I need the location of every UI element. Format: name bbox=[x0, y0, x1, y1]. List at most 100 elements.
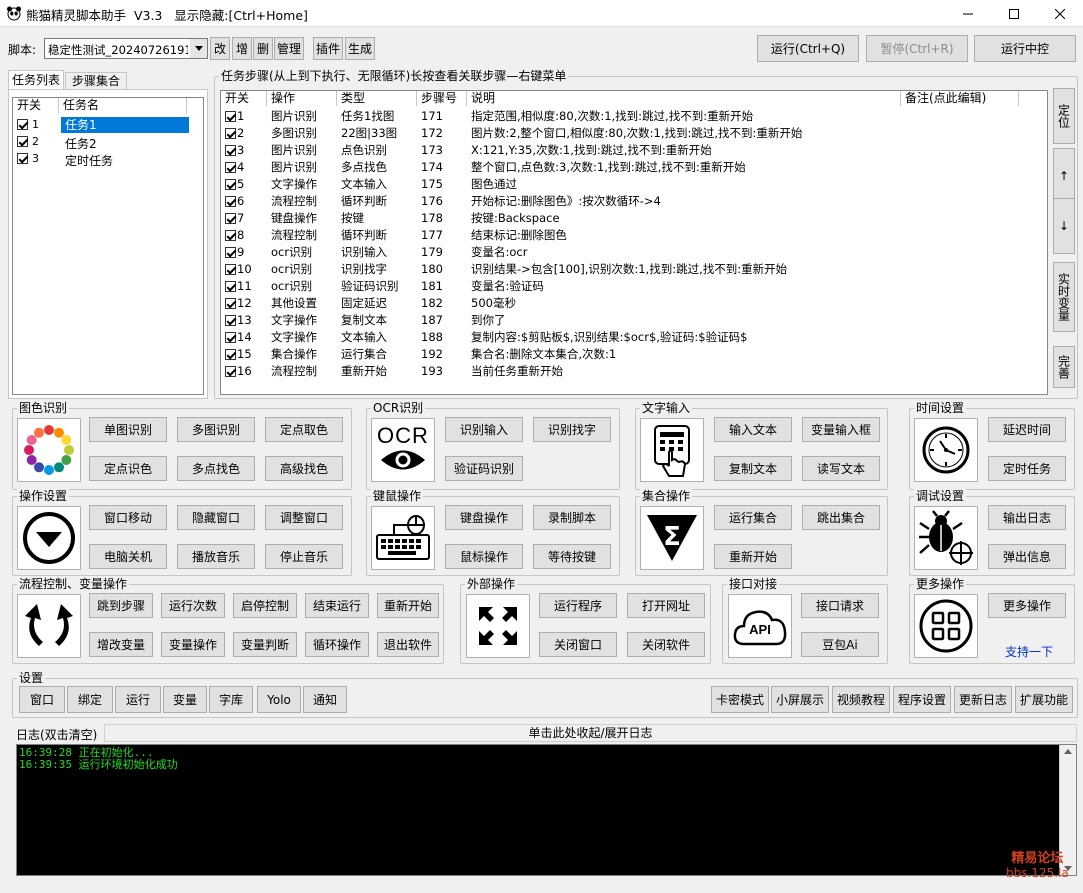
table-row[interactable]: 5 文字操作 文本输入 175 图色通过 bbox=[221, 176, 1047, 193]
edit-variable-button[interactable]: 增改变量 bbox=[89, 632, 153, 657]
move-down-button[interactable]: ↓ bbox=[1053, 198, 1075, 254]
run-program-button[interactable]: 运行程序 bbox=[539, 593, 617, 618]
stop-music-button[interactable]: 停止音乐 bbox=[265, 544, 343, 569]
exit-software-button[interactable]: 退出软件 bbox=[377, 632, 439, 657]
card-mode-button[interactable]: 卡密模式 bbox=[711, 686, 769, 713]
multi-image-button[interactable]: 多图识别 bbox=[177, 417, 255, 442]
output-log-button[interactable]: 输出日志 bbox=[988, 505, 1066, 530]
table-row[interactable]: 2 多图识别 22图|33图 172 图片数:2,整个窗口,相似度:80,次数:1,找到… bbox=[221, 125, 1047, 142]
delay-time-button[interactable]: 延迟时间 bbox=[988, 417, 1066, 442]
restart-set-button[interactable]: 重新开始 bbox=[714, 544, 792, 569]
wait-key-button[interactable]: 等待按键 bbox=[533, 544, 611, 569]
mouse-op-button[interactable]: 鼠标操作 bbox=[445, 544, 523, 569]
close-window-button[interactable]: 关闭窗口 bbox=[539, 632, 617, 657]
timed-task-button[interactable]: 定时任务 bbox=[988, 456, 1066, 481]
step-checkbox[interactable] bbox=[225, 213, 236, 224]
settings-font-lib-button[interactable]: 字库 bbox=[209, 686, 253, 713]
open-url-button[interactable]: 打开网址 bbox=[627, 593, 705, 618]
point-color-button[interactable]: 定点识色 bbox=[89, 456, 167, 481]
step-checkbox[interactable] bbox=[225, 332, 236, 343]
maximize-icon[interactable] bbox=[991, 0, 1037, 27]
shutdown-button[interactable]: 电脑关机 bbox=[89, 544, 167, 569]
support-link[interactable]: 支持一下 bbox=[1005, 643, 1053, 660]
table-row[interactable]: 1 任务1 bbox=[15, 117, 205, 133]
table-row[interactable]: 8 流程控制 循环判断 177 结束标记:删除图色 bbox=[221, 227, 1047, 244]
step-checkbox[interactable] bbox=[225, 366, 236, 377]
variable-judge-button[interactable]: 变量判断 bbox=[233, 632, 297, 657]
script-select[interactable]: 稳定性测试_2024072619191 bbox=[44, 38, 208, 59]
log-toggle-bar[interactable]: 单击此处收起/展开日志 bbox=[104, 724, 1077, 742]
end-run-button[interactable]: 结束运行 bbox=[305, 593, 369, 618]
task-checkbox[interactable] bbox=[17, 119, 28, 130]
edit-script-button[interactable]: 改 bbox=[210, 37, 230, 60]
tab-task-list[interactable]: 任务列表 bbox=[8, 70, 64, 90]
step-checkbox[interactable] bbox=[225, 315, 236, 326]
step-checkbox[interactable] bbox=[225, 179, 236, 190]
step-checkbox[interactable] bbox=[225, 128, 236, 139]
log-panel[interactable]: 16:39:28 正在初始化... 16:39:35 运行环境初始化成功 bbox=[16, 744, 1077, 876]
table-row[interactable]: 3 图片识别 点色识别 173 X:121,Y:35,次数:1,找到:跳过,找不到:重新… bbox=[221, 142, 1047, 159]
api-request-button[interactable]: 接口请求 bbox=[801, 593, 879, 618]
table-row[interactable]: 2 任务2 bbox=[15, 134, 205, 151]
table-row[interactable]: 14 文字操作 文本输入 188 复制内容:$剪贴板$,识别结果:$ocr$,验证码:$… bbox=[221, 329, 1047, 346]
table-row[interactable]: 3 定时任务 bbox=[15, 151, 205, 168]
update-log-button[interactable]: 更新日志 bbox=[954, 686, 1012, 713]
table-row[interactable]: 15 集合操作 运行集合 192 集合名:删除文本集合,次数:1 bbox=[221, 346, 1047, 363]
step-checkbox[interactable] bbox=[225, 264, 236, 275]
steps-header-switch[interactable]: 开关 bbox=[221, 91, 267, 106]
complete-button[interactable]: 完善 bbox=[1053, 346, 1075, 388]
input-text-button[interactable]: 输入文本 bbox=[714, 417, 792, 442]
variable-op-button[interactable]: 变量操作 bbox=[161, 632, 225, 657]
ocr-find-text-button[interactable]: 识别找字 bbox=[533, 417, 611, 442]
move-up-button[interactable]: ↑ bbox=[1053, 148, 1075, 204]
task-header-name[interactable]: 任务名 bbox=[59, 98, 187, 113]
chevron-down-icon[interactable] bbox=[190, 39, 207, 58]
advanced-color-button[interactable]: 高级找色 bbox=[265, 456, 343, 481]
table-row[interactable]: 7 键盘操作 按键 178 按键:Backspace bbox=[221, 210, 1047, 227]
exit-set-button[interactable]: 跳出集合 bbox=[802, 505, 880, 530]
pause-button[interactable]: 暂停(Ctrl+R) bbox=[866, 35, 968, 62]
step-checkbox[interactable] bbox=[225, 247, 236, 258]
settings-window-button[interactable]: 窗口 bbox=[19, 686, 65, 713]
scroll-up-icon[interactable] bbox=[1064, 749, 1072, 754]
doubao-ai-button[interactable]: 豆包Ai bbox=[801, 632, 879, 657]
keyboard-op-button[interactable]: 键盘操作 bbox=[445, 505, 523, 530]
run-center-button[interactable]: 运行中控 bbox=[974, 35, 1076, 62]
extensions-button[interactable]: 扩展功能 bbox=[1015, 686, 1073, 713]
settings-notify-button[interactable]: 通知 bbox=[303, 686, 347, 713]
step-checkbox[interactable] bbox=[225, 162, 236, 173]
task-checkbox[interactable] bbox=[17, 136, 28, 147]
window-move-button[interactable]: 窗口移动 bbox=[89, 505, 167, 530]
close-icon[interactable] bbox=[1037, 0, 1083, 27]
table-row[interactable]: 13 文字操作 复制文本 187 到你了 bbox=[221, 312, 1047, 329]
run-count-button[interactable]: 运行次数 bbox=[161, 593, 225, 618]
start-stop-button[interactable]: 启停控制 bbox=[233, 593, 297, 618]
jump-step-button[interactable]: 跳到步骤 bbox=[89, 593, 153, 618]
manage-button[interactable]: 管理 bbox=[274, 37, 304, 60]
single-image-button[interactable]: 单图识别 bbox=[89, 417, 167, 442]
generate-button[interactable]: 生成 bbox=[345, 37, 375, 60]
table-row[interactable]: 6 流程控制 循环判断 176 开始标记:删除图色》:按次数循环->4 bbox=[221, 193, 1047, 210]
steps-header-op[interactable]: 操作 bbox=[267, 91, 337, 106]
tab-step-set[interactable]: 步骤集合 bbox=[65, 72, 127, 90]
steps-header-type[interactable]: 类型 bbox=[337, 91, 417, 106]
small-screen-button[interactable]: 小屏展示 bbox=[771, 686, 829, 713]
table-row[interactable]: 16 流程控制 重新开始 193 当前任务重新开始 bbox=[221, 363, 1047, 380]
step-checkbox[interactable] bbox=[225, 145, 236, 156]
var-input-box-button[interactable]: 变量输入框 bbox=[802, 417, 880, 442]
table-row[interactable]: 4 图片识别 多点找色 174 整个窗口,点色数:3,次数:1,找到:跳过,找不到:重新… bbox=[221, 159, 1047, 176]
run-button[interactable]: 运行(Ctrl+Q) bbox=[757, 35, 859, 62]
add-script-button[interactable]: 增 bbox=[232, 37, 252, 60]
popup-info-button[interactable]: 弹出信息 bbox=[988, 544, 1066, 569]
settings-yolo-button[interactable]: Yolo bbox=[257, 686, 301, 713]
ocr-input-button[interactable]: 识别输入 bbox=[445, 417, 523, 442]
program-settings-button[interactable]: 程序设置 bbox=[893, 686, 951, 713]
loop-op-button[interactable]: 循环操作 bbox=[305, 632, 369, 657]
play-music-button[interactable]: 播放音乐 bbox=[177, 544, 255, 569]
table-row[interactable]: 1 图片识别 任务1找图 171 指定范围,相似度:80,次数:1,找到:跳过,找不到:… bbox=[221, 108, 1047, 125]
step-checkbox[interactable] bbox=[225, 111, 236, 122]
multi-point-button[interactable]: 多点找色 bbox=[177, 456, 255, 481]
step-checkbox[interactable] bbox=[225, 281, 236, 292]
table-row[interactable]: 11 ocr识别 验证码识别 181 变量名:验证码 bbox=[221, 278, 1047, 295]
table-row[interactable]: 10 ocr识别 识别找字 180 识别结果->包含[100],识别次数:1,找到:跳过… bbox=[221, 261, 1047, 278]
